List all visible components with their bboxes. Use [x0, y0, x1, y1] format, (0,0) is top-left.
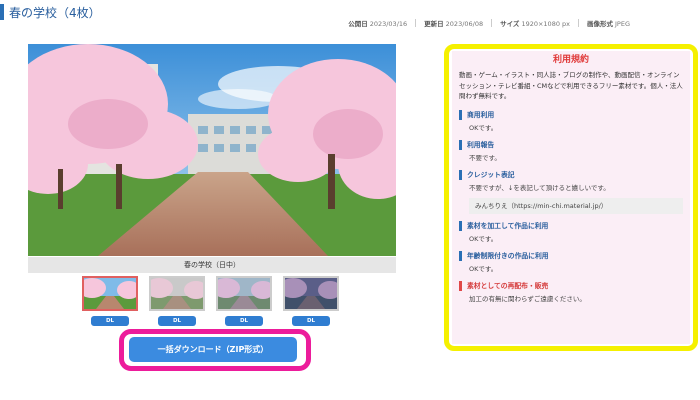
credit-text-box[interactable]: みんちりえ（https://min-chi.material.jp/） [469, 197, 683, 214]
thumbnail-item: DL [283, 276, 339, 326]
terms-title: 利用規約 [552, 55, 589, 65]
terms-section: 素材を加工して作品に利用 OKです。 [459, 220, 683, 244]
terms-section-body: 不要です。 [469, 153, 501, 162]
terms-section-heading: 素材を加工して作品に利用 [459, 220, 683, 231]
meta-size: サイズ 1920×1080 px [500, 20, 571, 28]
terms-section-body: OKです。 [469, 234, 498, 243]
thumbnail-evening[interactable] [216, 276, 272, 311]
download-button[interactable]: DL [91, 316, 129, 326]
download-button[interactable]: DL [225, 316, 263, 326]
zip-download-button[interactable]: 一括ダウンロード（ZIP形式） [129, 337, 297, 362]
terms-section-heading: 利用報告 [459, 139, 683, 150]
main-preview-image[interactable] [28, 44, 396, 256]
terms-panel: 利用規約 動画・ゲーム・イラスト・同人誌・ブログの制作や、動画配信・オンラインセ… [452, 51, 690, 344]
image-meta: 公開日 2023/03/16 更新日 2023/06/08 サイズ 1920×1080… [348, 18, 630, 28]
terms-section: 素材としての再配布・販売 加工の有無に関わらずご遠慮ください。 [459, 280, 683, 304]
terms-intro: 動画・ゲーム・イラスト・同人誌・ブログの制作や、動画配信・オンラインセッション・… [459, 71, 683, 100]
terms-section-heading: 商用利用 [459, 109, 683, 120]
meta-format: 画像形式 JPEG [587, 20, 630, 28]
thumbnail-strip: DL DL DL DL [82, 276, 339, 326]
thumbnail-night[interactable] [283, 276, 339, 311]
meta-updated: 更新日 2023/06/08 [424, 20, 484, 28]
thumbnail-item: DL [216, 276, 272, 326]
terms-section-body: OKです。 [469, 264, 498, 273]
download-button[interactable]: DL [158, 316, 196, 326]
terms-section: 年齢制限付きの作品に利用 OKです。 [459, 250, 683, 274]
thumbnail-item: DL [149, 276, 205, 326]
terms-section-body: OKです。 [469, 123, 498, 132]
page-title: 春の学校（4枚） [0, 2, 101, 22]
terms-section: 利用報告 不要です。 [459, 139, 683, 163]
image-caption: 春の学校（日中） [28, 257, 396, 273]
terms-section-heading: クレジット表記 [459, 169, 683, 180]
thumbnail-day[interactable] [82, 276, 138, 311]
meta-published: 公開日 2023/03/16 [348, 20, 408, 28]
thumbnail-item: DL [82, 276, 138, 326]
page-title-text: 春の学校（4枚） [9, 5, 101, 20]
download-button[interactable]: DL [292, 316, 330, 326]
terms-section-heading: 年齢制限付きの作品に利用 [459, 250, 683, 261]
terms-section-body: 不要ですが、↓を表記して頂けると嬉しいです。 [469, 183, 610, 192]
title-accent-bar [0, 4, 4, 20]
terms-section-heading-warning: 素材としての再配布・販売 [459, 280, 683, 291]
terms-section-body: 加工の有無に関わらずご遠慮ください。 [469, 294, 586, 303]
thumbnail-overcast[interactable] [149, 276, 205, 311]
terms-section: 商用利用 OKです。 [459, 109, 683, 133]
terms-section: クレジット表記 不要ですが、↓を表記して頂けると嬉しいです。 みんちりえ（htt… [459, 169, 683, 214]
